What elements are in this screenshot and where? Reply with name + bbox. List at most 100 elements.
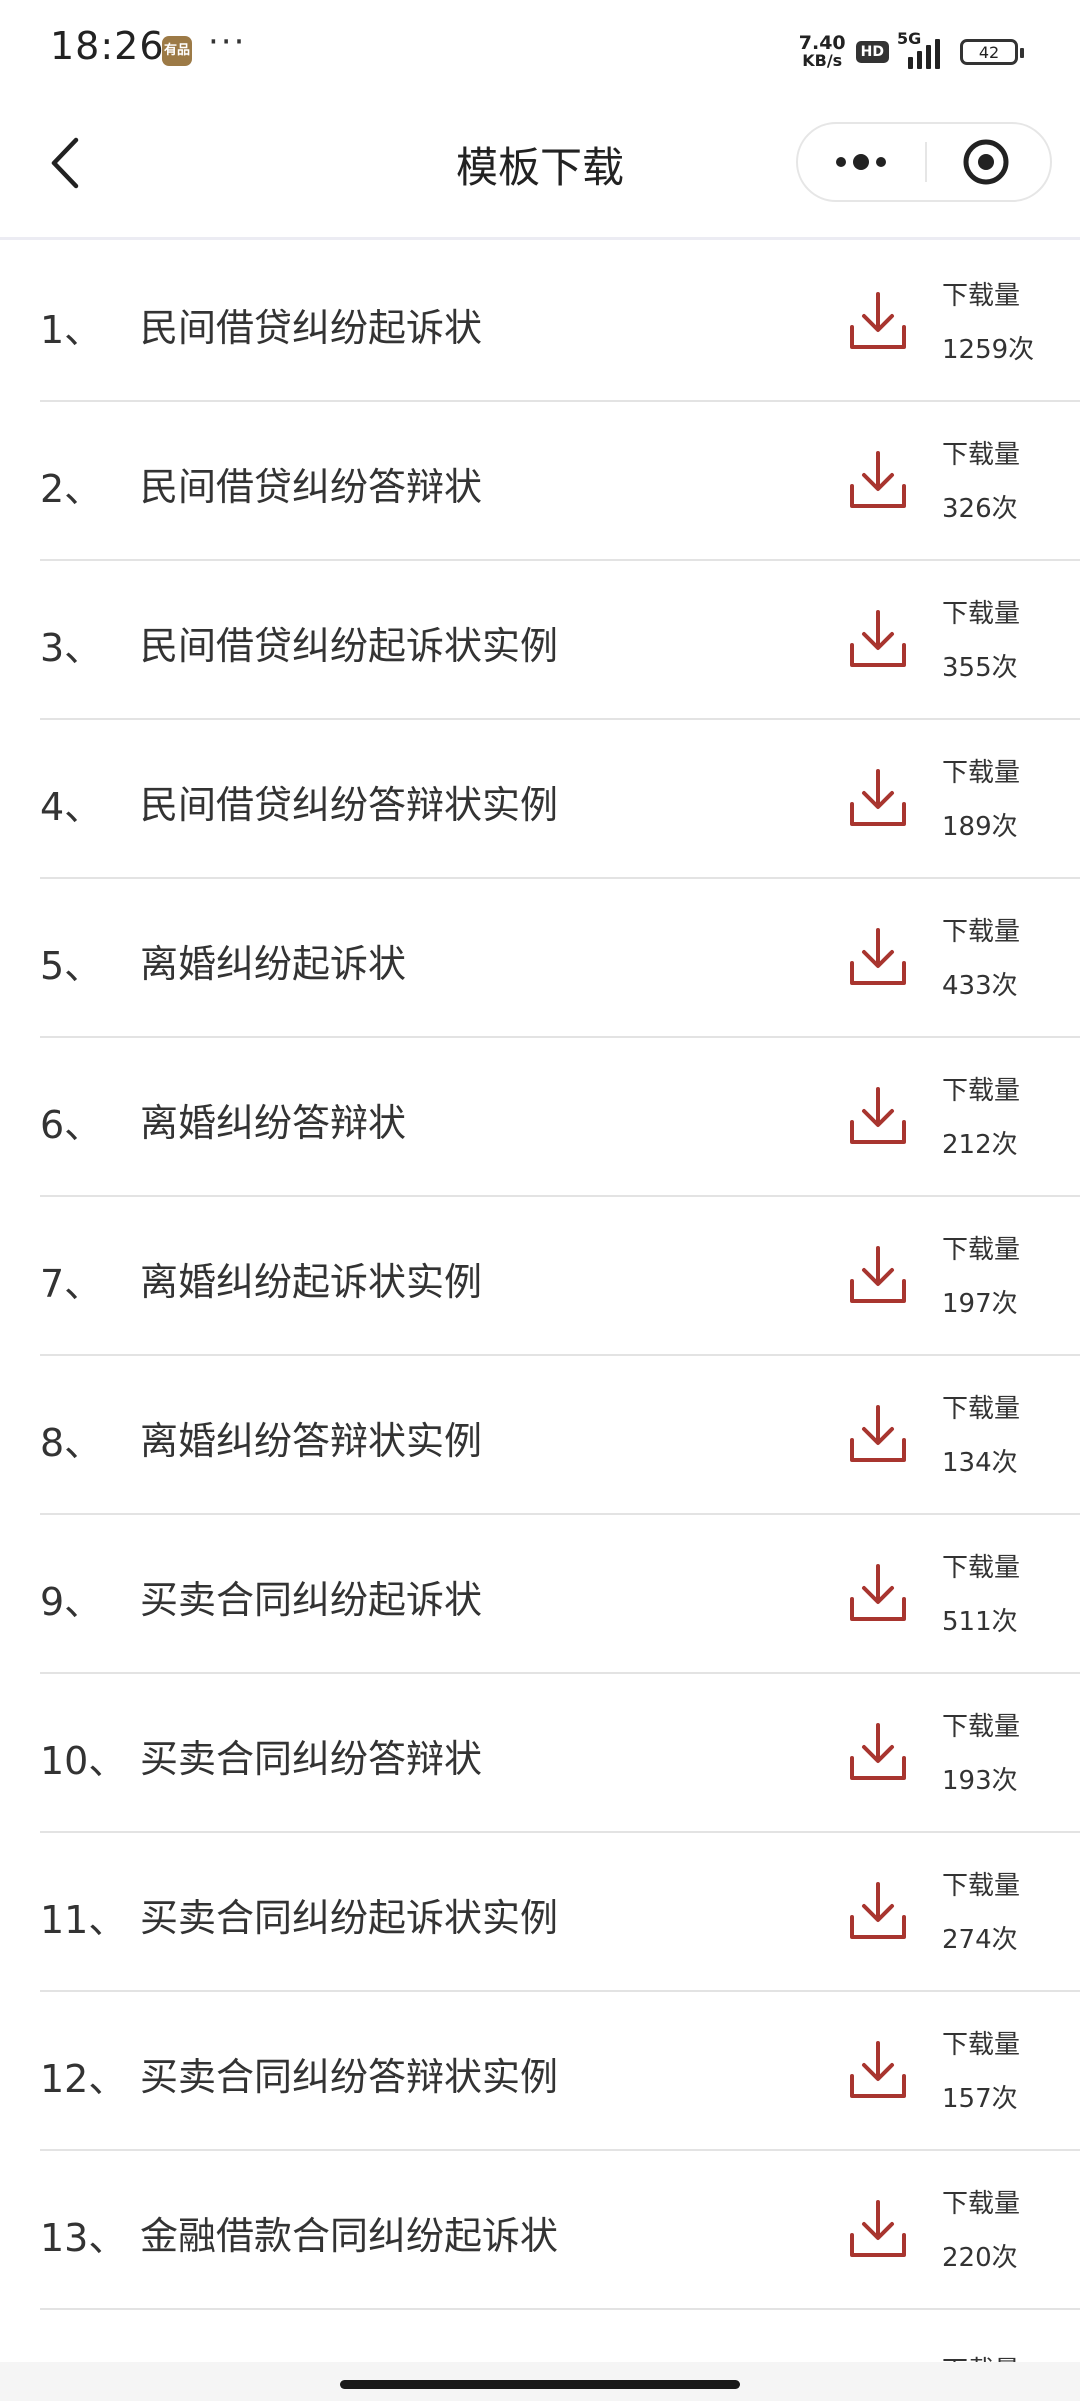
template-row[interactable]: 3、 民间借贷纠纷起诉状实例 下载量 355次 xyxy=(40,561,1080,720)
template-row[interactable]: 7、 离婚纠纷起诉状实例 下载量 197次 xyxy=(40,1197,1080,1356)
download-count-label: 下载量 xyxy=(942,917,1021,947)
download-count: 326次 xyxy=(942,494,1018,524)
template-row[interactable]: 13、 金融借款合同纠纷起诉状 下载量 220次 xyxy=(40,2151,1080,2310)
template-title: 买卖合同纠纷起诉状 xyxy=(140,1578,483,1622)
download-count: 134次 xyxy=(942,1448,1018,1478)
download-button[interactable] xyxy=(846,607,910,671)
download-count-label: 下载量 xyxy=(942,440,1021,470)
download-icon xyxy=(850,1564,906,1621)
download-button[interactable] xyxy=(846,1561,910,1625)
download-button[interactable] xyxy=(846,1402,910,1466)
battery-level: 42 xyxy=(978,42,1000,62)
download-icon xyxy=(850,1723,906,1780)
download-button[interactable] xyxy=(846,766,910,830)
template-title: 离婚纠纷答辩状实例 xyxy=(140,1419,483,1463)
signal-bar-4 xyxy=(935,39,940,69)
template-title: 民间借贷纠纷答辩状实例 xyxy=(140,783,559,827)
download-icon xyxy=(850,1405,906,1462)
mini-program-capsule xyxy=(796,122,1052,202)
download-count-label: 下载量 xyxy=(942,1871,1021,1901)
hd-icon: HD xyxy=(855,41,889,63)
download-button[interactable] xyxy=(846,2038,910,2102)
template-title: 离婚纠纷起诉状实例 xyxy=(140,1260,483,1304)
template-row[interactable]: 8、 离婚纠纷答辩状实例 下载量 134次 xyxy=(40,1356,1080,1515)
template-index: 1、 xyxy=(40,308,103,352)
template-row[interactable]: 4、 民间借贷纠纷答辩状实例 下载量 189次 xyxy=(40,720,1080,879)
template-title: 买卖合同纠纷起诉状实例 xyxy=(140,1896,559,1940)
more-dots-icon xyxy=(836,154,886,170)
template-index: 7、 xyxy=(40,1262,103,1306)
template-index: 12、 xyxy=(40,2057,127,2101)
download-count-label: 下载量 xyxy=(942,1394,1021,1424)
download-button[interactable] xyxy=(846,2197,910,2261)
download-icon xyxy=(850,2041,906,2098)
network-speed: 7.40 KB/s xyxy=(799,34,846,70)
template-row[interactable]: 6、 离婚纠纷答辩状 下载量 212次 xyxy=(40,1038,1080,1197)
battery-icon: 42 xyxy=(960,39,1024,65)
nav-bar: 模板下载 xyxy=(0,100,1080,240)
signal-bar-1 xyxy=(908,57,913,69)
template-row[interactable]: 1、 民间借贷纠纷起诉状 下载量 1259次 xyxy=(40,243,1080,402)
status-bar: 18:26 有品 ··· 7.40 KB/s HD 5G 42 xyxy=(0,0,1080,100)
template-row[interactable]: 12、 买卖合同纠纷答辩状实例 下载量 157次 xyxy=(40,1992,1080,2151)
download-count-label: 下载量 xyxy=(942,1712,1021,1742)
download-count-label: 下载量 xyxy=(942,599,1021,629)
template-row[interactable]: 9、 买卖合同纠纷起诉状 下载量 511次 xyxy=(40,1515,1080,1674)
template-title: 买卖合同纠纷答辩状实例 xyxy=(140,2055,559,2099)
download-count-label: 下载量 xyxy=(942,281,1021,311)
template-title: 民间借贷纠纷起诉状 xyxy=(140,306,483,350)
download-count: 189次 xyxy=(942,812,1018,842)
signal-icon: 5G xyxy=(897,29,940,69)
template-index: 6、 xyxy=(40,1103,103,1147)
status-indicators: 7.40 KB/s HD 5G 42 xyxy=(799,29,1024,74)
template-row[interactable]: 11、 买卖合同纠纷起诉状实例 下载量 274次 xyxy=(40,1833,1080,1992)
template-title: 买卖合同纠纷答辩状 xyxy=(140,1737,483,1781)
template-index: 4、 xyxy=(40,785,103,829)
template-title: 离婚纠纷起诉状 xyxy=(140,942,407,986)
template-index: 8、 xyxy=(40,1421,103,1465)
download-count-label: 下载量 xyxy=(942,758,1021,788)
download-button[interactable] xyxy=(846,448,910,512)
download-count: 197次 xyxy=(942,1289,1018,1319)
template-index: 2、 xyxy=(40,467,103,511)
download-icon xyxy=(850,928,906,985)
download-button[interactable] xyxy=(846,289,910,353)
home-indicator[interactable] xyxy=(340,2380,740,2389)
template-title: 民间借贷纠纷起诉状实例 xyxy=(140,624,559,668)
status-time: 18:26 xyxy=(50,24,165,68)
download-icon xyxy=(850,451,906,508)
download-count-label: 下载量 xyxy=(942,1553,1021,1583)
template-index: 3、 xyxy=(40,626,103,670)
download-icon xyxy=(850,292,906,349)
download-button[interactable] xyxy=(846,1243,910,1307)
template-title: 金融借款合同纠纷起诉状 xyxy=(140,2214,559,2258)
template-row[interactable]: 2、 民间借贷纠纷答辩状 下载量 326次 xyxy=(40,402,1080,561)
template-index: 5、 xyxy=(40,944,103,988)
download-count: 212次 xyxy=(942,1130,1018,1160)
download-count: 355次 xyxy=(942,653,1018,683)
download-icon xyxy=(850,1246,906,1303)
template-index: 13、 xyxy=(40,2216,127,2260)
template-list: 1、 民间借贷纠纷起诉状 下载量 1259次 2、 民间借贷纠纷答辩状 下载量 326次 3、民… xyxy=(40,243,1080,2310)
capsule-divider xyxy=(925,142,927,182)
template-row[interactable]: 10、 买卖合同纠纷答辩状 下载量 193次 xyxy=(40,1674,1080,1833)
download-button[interactable] xyxy=(846,925,910,989)
download-count: 274次 xyxy=(942,1925,1018,1955)
network-speed-value: 7.40 xyxy=(798,32,846,54)
close-button[interactable] xyxy=(928,124,1050,200)
download-count: 511次 xyxy=(942,1607,1018,1637)
template-title: 民间借贷纠纷答辩状 xyxy=(140,465,483,509)
download-count-label: 下载量 xyxy=(942,2030,1021,2060)
more-notifications-icon: ··· xyxy=(208,22,247,62)
template-title: 离婚纠纷答辩状 xyxy=(140,1101,407,1145)
download-count-label: 下载量 xyxy=(942,1235,1021,1265)
template-row[interactable]: 5、 离婚纠纷起诉状 下载量 433次 xyxy=(40,879,1080,1038)
more-button[interactable] xyxy=(798,124,924,200)
download-button[interactable] xyxy=(846,1720,910,1784)
download-button[interactable] xyxy=(846,1084,910,1148)
download-button[interactable] xyxy=(846,1879,910,1943)
download-count: 157次 xyxy=(942,2084,1018,2114)
template-index: 11、 xyxy=(40,1898,127,1942)
download-count: 433次 xyxy=(942,971,1018,1001)
target-close-icon xyxy=(963,139,1009,185)
